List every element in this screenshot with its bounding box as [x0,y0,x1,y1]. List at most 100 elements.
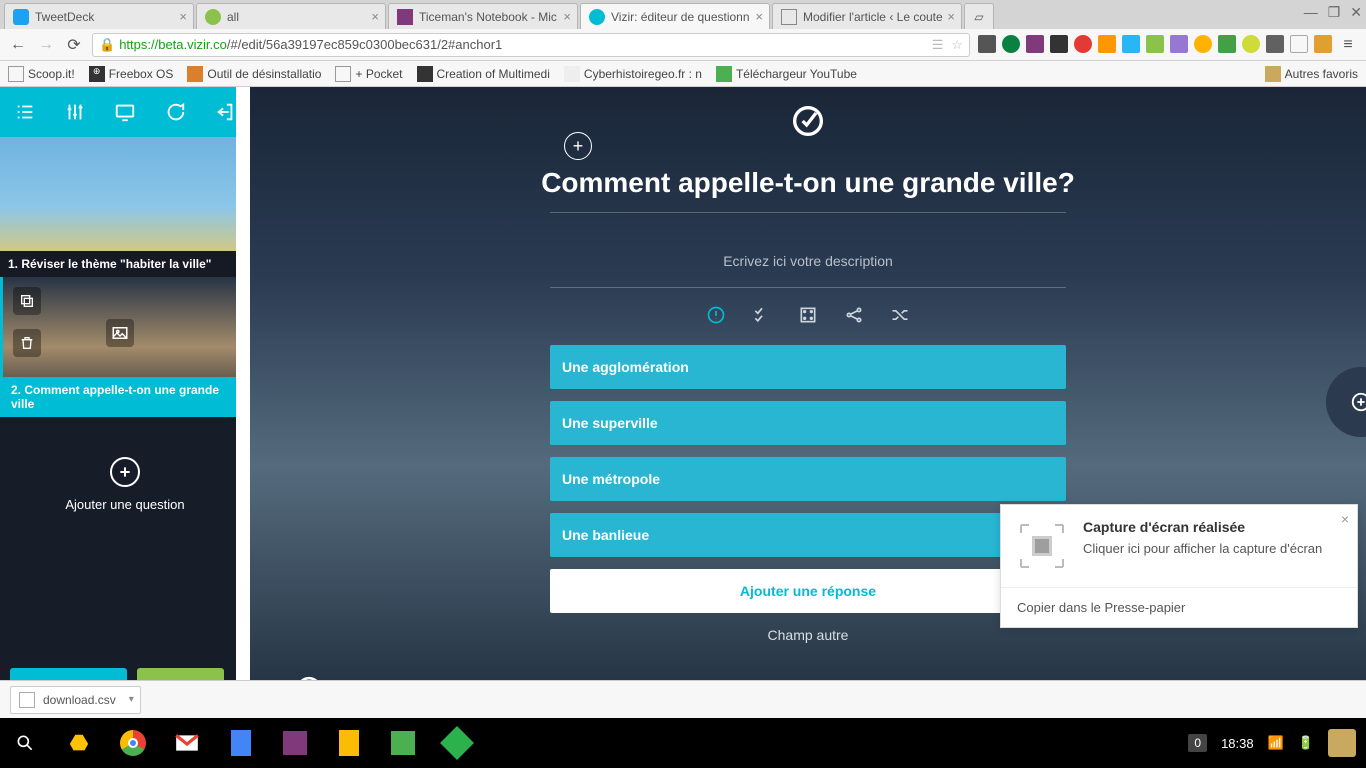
sliders-icon[interactable] [60,97,90,127]
tab-label: Vizir: éditeur de questionn [611,10,750,24]
onenote-icon[interactable] [280,728,310,758]
notification-body[interactable]: Capture d'écran réalisée Cliquer ici pou… [1001,505,1357,587]
other-field-button[interactable]: Champ autre [768,627,849,643]
bookmark[interactable]: Creation of Multimedi [417,66,550,82]
extension-icon[interactable] [1266,35,1284,53]
sidebar-toolbar [0,87,250,137]
add-answer-button[interactable]: Ajouter une réponse [550,569,1066,613]
new-tab-button[interactable]: ▱ [964,3,994,29]
drive-icon[interactable] [64,728,94,758]
chat-icon[interactable] [160,97,190,127]
extension-icon[interactable] [1218,35,1236,53]
download-item[interactable]: download.csv ▾ [10,686,141,714]
bookmark-star-icon[interactable]: ☆ [951,37,963,53]
close-icon[interactable]: × [179,9,187,24]
slide-thumb[interactable]: 1. Réviser le thème "habiter la ville" [0,137,236,277]
extension-icon[interactable] [1074,35,1092,53]
slide-thumb-active[interactable]: 2. Comment appelle-t-on une grande ville [0,277,236,417]
reload-button[interactable]: ⟳ [64,35,84,55]
chevron-down-icon[interactable]: ▾ [129,694,134,705]
bookmark[interactable]: Outil de désinstallatio [187,66,321,82]
extension-icon[interactable] [1122,35,1140,53]
description-input[interactable]: Ecrivez ici votre description [550,237,1066,285]
url-path: /#/edit/56a39197ec859c0300bec631/2#ancho… [227,37,502,52]
shuffle-icon[interactable] [890,305,910,325]
wifi-icon[interactable]: 📶 [1268,735,1284,751]
extension-icon[interactable] [1242,35,1260,53]
add-element-button[interactable]: + [564,132,592,160]
search-icon[interactable] [10,728,40,758]
extension-icon[interactable] [1050,35,1068,53]
user-avatar[interactable] [1328,729,1356,757]
desktop-icon[interactable] [110,97,140,127]
bookmark[interactable]: + Pocket [335,66,402,82]
notification-title: Capture d'écran réalisée [1083,519,1322,535]
bookmark[interactable]: Scoop.it! [8,66,75,82]
battery-icon[interactable]: 🔋 [1298,735,1314,751]
docs-icon[interactable] [226,728,256,758]
extension-icon[interactable] [1290,35,1308,53]
answer-option[interactable]: Une superville [550,401,1066,445]
page-icon[interactable]: ☰ [932,37,944,53]
trash-icon[interactable] [13,329,41,357]
tab-label: Ticeman's Notebook - Mic [419,10,557,24]
add-question-label: Ajouter une question [0,497,250,512]
slides-icon[interactable] [334,728,364,758]
notification-badge[interactable]: 0 [1188,734,1207,752]
bookmark[interactable]: Cyberhistoiregeo.fr : n [564,66,702,82]
file-icon [19,692,35,708]
extension-icon[interactable] [1170,35,1188,53]
feedly-icon[interactable] [442,728,472,758]
chrome-icon[interactable] [118,728,148,758]
app-icon[interactable] [388,728,418,758]
grid-icon[interactable] [798,305,818,325]
add-slide-fab[interactable] [1326,367,1366,437]
divider [550,212,1066,213]
address-bar[interactable]: 🔒 https ://beta.vizir.co /#/edit/56a3919… [92,33,970,57]
other-bookmarks[interactable]: Autres favoris [1265,66,1358,82]
add-question-button[interactable]: Ajouter une question [0,457,250,512]
bookmark[interactable]: ⊕Freebox OS [89,66,174,82]
menu-icon[interactable]: ≡ [1338,35,1358,55]
extension-icon[interactable] [978,35,996,53]
close-window-icon[interactable]: ✕ [1350,4,1362,21]
forward-button[interactable]: → [36,35,56,55]
copy-clipboard-button[interactable]: Copier dans le Presse-papier [1001,587,1357,627]
back-button[interactable]: ← [8,35,28,55]
lock-icon: 🔒 [99,37,115,53]
answer-option[interactable]: Une agglomération [550,345,1066,389]
close-icon[interactable]: × [755,9,763,24]
duplicate-icon[interactable] [13,287,41,315]
bookmark[interactable]: Téléchargeur YouTube [716,66,857,82]
browser-tab[interactable]: Modifier l'article ‹ Le coute× [772,3,962,29]
minimize-icon[interactable]: — [1304,4,1318,21]
resize-handle[interactable] [236,87,250,718]
extension-icon[interactable] [1146,35,1164,53]
extension-icon[interactable] [1098,35,1116,53]
close-icon[interactable]: × [947,9,955,24]
required-icon[interactable] [706,305,726,325]
answer-option[interactable]: Une métropole [550,457,1066,501]
browser-tab[interactable]: TweetDeck× [4,3,194,29]
multi-select-icon[interactable] [752,305,772,325]
question-title[interactable]: Comment appelle-t-on une grande ville? [541,167,1075,199]
close-icon[interactable]: × [1341,511,1349,527]
list-icon[interactable] [10,97,40,127]
clock[interactable]: 18:38 [1221,736,1254,751]
browser-tab-active[interactable]: Vizir: éditeur de questionn × [580,3,770,29]
extension-row: ≡ [978,35,1358,55]
share-icon[interactable] [844,305,864,325]
extension-icon[interactable] [1002,35,1020,53]
image-icon[interactable] [106,319,134,347]
maximize-icon[interactable]: ❐ [1328,4,1341,21]
answer-option[interactable]: Une banlieue [550,513,1066,557]
browser-tab[interactable]: Ticeman's Notebook - Mic × [388,3,578,29]
close-icon[interactable]: × [371,9,379,24]
extension-icon[interactable] [1314,35,1332,53]
url-host: ://beta.vizir.co [147,37,226,52]
extension-icon[interactable] [1026,35,1044,53]
browser-tab[interactable]: all× [196,3,386,29]
extension-icon[interactable] [1194,35,1212,53]
close-icon[interactable]: × [563,9,571,24]
gmail-icon[interactable] [172,728,202,758]
